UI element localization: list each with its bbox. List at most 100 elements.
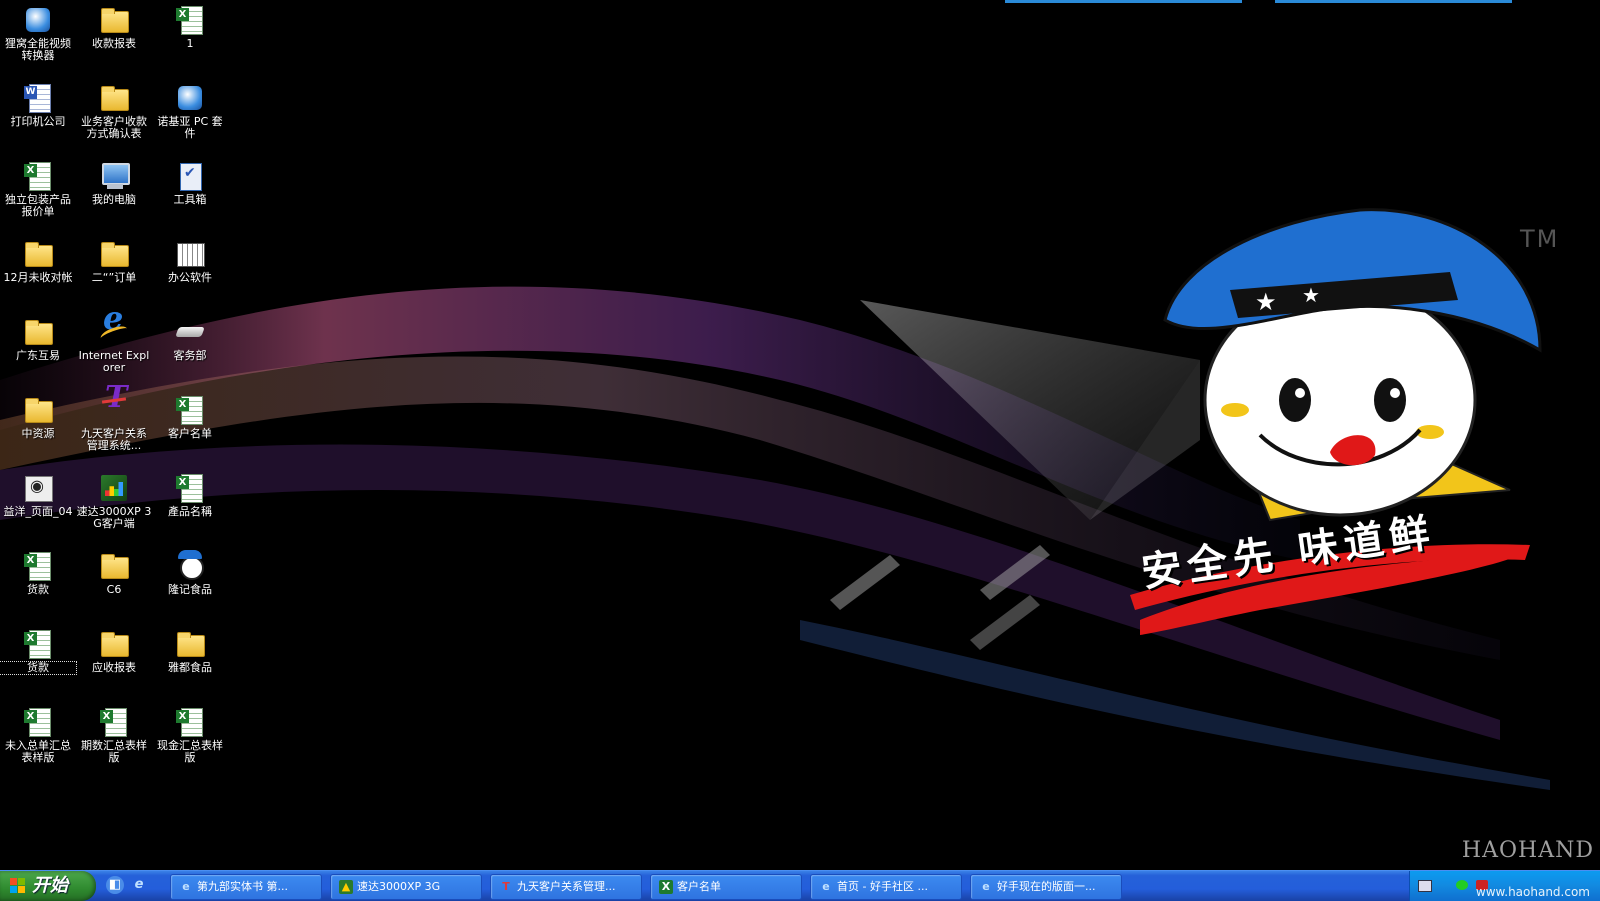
- desktop-icon-label: 產品名稱: [168, 505, 212, 518]
- desktop-icon-label: 速达3000XP 3G客户端: [76, 505, 152, 530]
- desktop-icon-c6[interactable]: C6: [76, 548, 152, 596]
- excel-file-icon: [22, 550, 54, 582]
- keyboard-icon[interactable]: [1418, 880, 1432, 892]
- desktop-icon-receivables[interactable]: 应收报表: [76, 626, 152, 674]
- excel-file-icon: [22, 706, 54, 738]
- desktop-icon-crm-system[interactable]: 九天客户关系管理系统...: [76, 392, 152, 452]
- desktop-icon-label: 我的电脑: [92, 193, 136, 206]
- show-desktop-icon[interactable]: ◧: [106, 876, 124, 894]
- desktop-icon-suda-client[interactable]: 速达3000XP 3G客户端: [76, 470, 152, 530]
- desktop-icon-label: 隆记食品: [168, 583, 212, 596]
- desktop-icon-label: 独立包装产品报价单: [5, 193, 71, 218]
- desktop-icon-package-quote[interactable]: 独立包装产品报价单: [0, 158, 76, 218]
- internet-explorer-icon[interactable]: e: [130, 876, 148, 894]
- task-label: 好手现在的版面一...: [997, 880, 1096, 893]
- desktop-icon-collection-report[interactable]: 收款报表: [76, 2, 152, 50]
- video-converter-icon: [22, 4, 54, 36]
- desktop-icon-guangdong[interactable]: 广东互易: [0, 314, 76, 362]
- desktop-icon-internet-explorer[interactable]: Internet Explorer: [76, 312, 152, 374]
- desktop-icon-customer-list[interactable]: 客户名单: [152, 392, 228, 440]
- desktop-icon-label: 应收报表: [92, 661, 136, 674]
- taskbar-task[interactable]: ▲ 速达3000XP 3G: [330, 874, 482, 900]
- desktop-icon-label: 1: [186, 37, 194, 50]
- desktop-icon-office-software[interactable]: 办公软件: [152, 236, 228, 284]
- internet-explorer-icon: [98, 312, 130, 348]
- svg-text:★: ★: [1302, 283, 1320, 307]
- desktop-icon-longji-food[interactable]: 隆记食品: [152, 548, 228, 596]
- desktop-icon-dec-unpaid[interactable]: 12月未收对帐: [0, 236, 76, 284]
- desktop-icon-label: Internet Explorer: [78, 349, 150, 374]
- desktop-icon-payment-1[interactable]: 货款: [0, 548, 76, 596]
- word-file-icon: [22, 82, 54, 114]
- desktop-icon-yiyang-page[interactable]: 益洋_页面_04: [0, 470, 76, 518]
- desktop-icon-label: 未入总单汇总表样版: [5, 739, 71, 764]
- desktop-icon-label: 办公软件: [168, 271, 212, 284]
- desktop-icon-label: 货款: [27, 583, 49, 596]
- desktop-icon-label: 客户名单: [168, 427, 212, 440]
- taskbar-task[interactable]: e 第九部实体书 第...: [170, 874, 322, 900]
- desktop-icon-label: 诺基亚 PC 套件: [157, 115, 223, 140]
- crm-app-icon: T: [502, 880, 510, 893]
- desktop-icon-label: C6: [106, 583, 122, 596]
- desktop-icon-label: 工具箱: [173, 193, 207, 206]
- task-label: 客户名单: [677, 880, 721, 893]
- desktop-icon-video-converter[interactable]: 狸窝全能视频转换器: [0, 2, 76, 62]
- excel-file-icon: [22, 160, 54, 192]
- svg-text:★: ★: [1255, 288, 1277, 316]
- desktop-icon-label: 收款报表: [92, 37, 136, 50]
- desktop-icon-toolbox[interactable]: 工具箱: [152, 158, 228, 206]
- top-edge-bar-right: [1275, 0, 1512, 3]
- desktop-icon-label: 现金汇总表样版: [157, 739, 223, 764]
- haohand-watermark: HAOHAND: [1461, 838, 1594, 863]
- desktop-icon-product-names[interactable]: 產品名稱: [152, 470, 228, 518]
- desktop-icon-label: 九天客户关系管理系统...: [81, 427, 147, 452]
- excel-file-icon: [174, 394, 206, 426]
- desktop-icon-my-computer[interactable]: 我的电脑: [76, 158, 152, 206]
- desktop-icon-file-1[interactable]: 1: [152, 2, 228, 50]
- image-viewer-icon: [22, 472, 54, 504]
- desktop-icon-orders[interactable]: 二“”订单: [76, 236, 152, 284]
- desktop-icon-label: 狸窝全能视频转换器: [5, 37, 71, 62]
- desktop-icon-nokia-pc-suite[interactable]: 诺基亚 PC 套件: [152, 80, 228, 140]
- desktop-icon-label: 益洋_页面_04: [3, 505, 73, 518]
- desktop-icon-zhongziyuan[interactable]: 中资源: [0, 392, 76, 440]
- folder-icon: [22, 394, 54, 426]
- taskbar-task[interactable]: T 九天客户关系管理...: [490, 874, 642, 900]
- wallpaper-mascot-logo: ★ ★: [1130, 208, 1542, 635]
- desktop-icon-yadu-food[interactable]: 雅都食品: [152, 626, 228, 674]
- taskbar-task[interactable]: e 首页 - 好手社区 ...: [810, 874, 962, 900]
- start-label: 开始: [32, 875, 68, 896]
- desktop-icon-label: 期数汇总表样版: [81, 739, 147, 764]
- desktop-icon-label: 雅都食品: [168, 661, 212, 674]
- network-icon[interactable]: [1456, 880, 1468, 890]
- desktop-icon-period-summary[interactable]: 期数汇总表样版: [76, 704, 152, 764]
- haohand-watermark-url: www.haohand.com: [1475, 885, 1590, 899]
- desktop[interactable]: 狸窝全能视频转换器 收款报表 1 打印机公司 业务客户收款方式确认表 诺基亚 P…: [0, 0, 1600, 870]
- taskbar-task[interactable]: X 客户名单: [650, 874, 802, 900]
- task-label: 九天客户关系管理...: [517, 880, 616, 893]
- task-label: 速达3000XP 3G: [357, 880, 441, 893]
- excel-file-icon: [174, 706, 206, 738]
- desktop-icon-customer-service[interactable]: 客务部: [152, 314, 228, 362]
- desktop-icon-label: 打印机公司: [10, 115, 66, 128]
- excel-file-icon: [174, 472, 206, 504]
- excel-file-icon: [174, 4, 206, 36]
- start-button[interactable]: 开始: [0, 871, 96, 901]
- desktop-icon-payment-2[interactable]: 货款: [0, 626, 77, 675]
- desktop-icon-label: 中资源: [21, 427, 55, 440]
- crm-app-icon: [98, 392, 130, 426]
- excel-file-icon: [22, 628, 54, 660]
- windows-logo-icon: [10, 878, 26, 894]
- taskbar-task[interactable]: e 好手现在的版面一...: [970, 874, 1122, 900]
- desktop-icon-label: 12月未收对帐: [3, 271, 73, 284]
- desktop-icon-cash-summary[interactable]: 现金汇总表样版: [152, 704, 228, 764]
- folder-icon: [98, 82, 130, 114]
- internet-explorer-icon: e: [982, 880, 990, 893]
- desktop-icon-label: 客务部: [173, 349, 207, 362]
- folder-icon: [174, 628, 206, 660]
- desktop-icon-printer-company[interactable]: 打印机公司: [0, 80, 76, 128]
- my-computer-icon: [98, 160, 130, 192]
- desktop-icon-unentered-summary[interactable]: 未入总单汇总表样版: [0, 704, 76, 764]
- desktop-icon-payment-confirm[interactable]: 业务客户收款方式确认表: [76, 80, 152, 140]
- accounting-app-icon: [98, 472, 130, 504]
